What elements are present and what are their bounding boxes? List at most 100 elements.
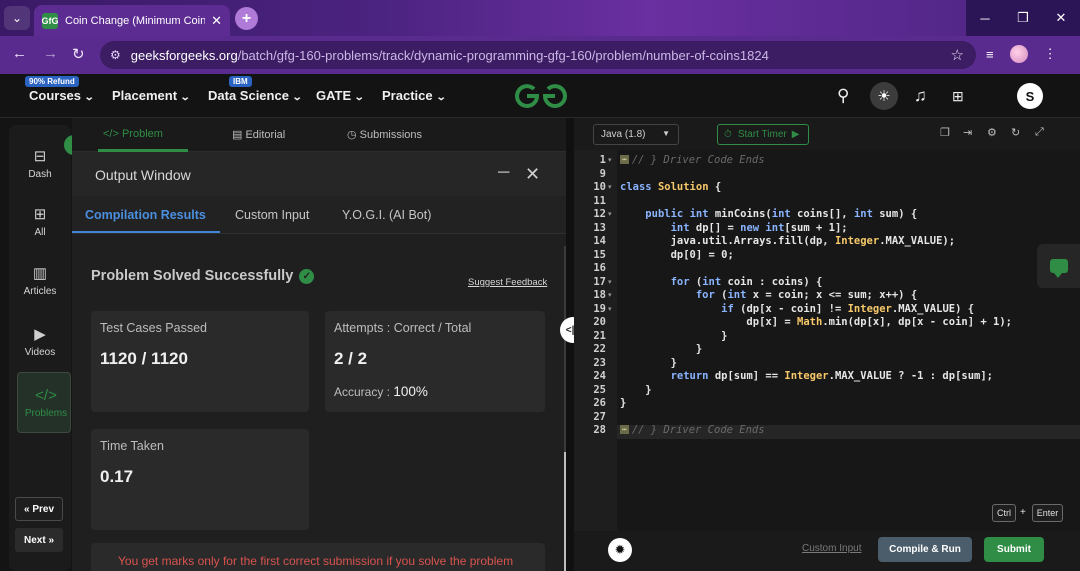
browser-tab[interactable]: GfG Coin Change (Minimum Coins) | ✕	[34, 5, 230, 36]
media-queue-icon[interactable]: ≡	[986, 47, 994, 62]
tab-yogi-ai-bot[interactable]: Y.O.G.I. (AI Bot)	[342, 208, 431, 222]
prev-button[interactable]: « Prev	[15, 497, 63, 521]
fold-arrow-icon[interactable]: ▾	[608, 291, 612, 299]
code-text: }	[620, 356, 677, 369]
close-window-icon[interactable]: ✕	[1042, 0, 1080, 36]
check-circle-icon: ✓	[299, 269, 315, 284]
tab-submissions[interactable]: ◷ Submissions	[347, 128, 422, 141]
fold-arrow-icon[interactable]: ▾	[608, 183, 612, 191]
search-icon[interactable]: ⚲	[837, 86, 849, 106]
code-line: }	[620, 343, 702, 355]
start-timer-label: Start Timer	[737, 129, 787, 140]
tab-custom-input[interactable]: Custom Input	[235, 208, 309, 222]
line-number: 20	[593, 316, 606, 328]
gfg-logo[interactable]	[513, 81, 569, 111]
submit-button[interactable]: Submit	[984, 537, 1044, 562]
code-line: }	[620, 383, 652, 396]
folded-region-marker[interactable]: ⋯	[620, 155, 629, 164]
next-button[interactable]: Next »	[15, 528, 63, 552]
line-number: 1	[599, 154, 606, 166]
sidebar-item-articles[interactable]: ▥ Articles	[9, 264, 71, 297]
line-number: 27	[593, 410, 606, 423]
user-avatar[interactable]: S	[1017, 83, 1043, 109]
nav-practice[interactable]: Practice ⌄	[382, 88, 446, 103]
custom-input-link[interactable]: Custom Input	[802, 543, 861, 554]
ibm-badge: IBM	[229, 76, 252, 87]
suggest-feedback-link[interactable]: Suggest Feedback	[468, 277, 547, 288]
restore-window-icon[interactable]: ❐	[1004, 0, 1042, 36]
line-number: 19	[593, 302, 606, 315]
tab-compilation-results[interactable]: Compilation Results	[85, 208, 206, 222]
tab-editorial[interactable]: ▤ Editorial	[232, 128, 285, 141]
line-number: 15	[593, 248, 606, 261]
nav-data-science-label: Data Science	[208, 88, 289, 103]
sidebar-item-label: All	[34, 227, 46, 238]
line-number: 28	[593, 424, 606, 436]
lightbulb-icon[interactable]: ✹	[608, 538, 632, 562]
code-text: return dp[sum] == Integer.MAX_VALUE ? -1…	[670, 370, 994, 382]
fold-arrow-icon[interactable]: ▾	[608, 156, 612, 164]
fold-arrow-icon[interactable]: ▾	[608, 278, 612, 286]
bell-icon[interactable]: ♫	[914, 86, 927, 106]
code-text: int dp[] = new int[sum + 1];	[670, 221, 848, 234]
output-window-header: Output Window ─ ✕	[72, 152, 566, 196]
tab-search-chevron-icon[interactable]: ⌄	[4, 6, 30, 30]
code-line: }	[620, 397, 626, 409]
code-line: }	[620, 330, 727, 342]
gfg-favicon-icon: GfG	[42, 12, 59, 29]
code-text: if (dp[x - coin] != Integer.MAX_VALUE) {	[721, 302, 975, 315]
result-status: Problem Solved Successfully ✓	[91, 268, 315, 284]
url-host: geeksforgeeks.org	[130, 47, 238, 63]
pane-splitter[interactable]	[566, 118, 574, 571]
close-tab-icon[interactable]: ✕	[211, 13, 222, 29]
nav-data-science[interactable]: Data Science ⌄	[208, 88, 303, 103]
book-icon: ▥	[32, 265, 48, 282]
fold-arrow-icon[interactable]: ▾	[608, 210, 612, 218]
sidebar-item-dash[interactable]: ⊟ Dash	[9, 147, 71, 180]
code-text: }	[620, 383, 652, 396]
translate-icon[interactable]: ⊞	[952, 88, 964, 105]
reset-icon[interactable]: ↻	[1011, 126, 1020, 139]
forward-arrow-icon[interactable]: →	[43, 45, 58, 62]
export-icon[interactable]: ⇥	[963, 126, 972, 139]
grid-icon: ⊞	[33, 206, 47, 223]
reload-icon[interactable]: ↻	[72, 45, 85, 63]
language-select[interactable]: Java (1.8) ▼	[593, 124, 679, 145]
nav-courses[interactable]: Courses ⌄	[29, 88, 95, 103]
code-text: for (int coin : coins) {	[670, 275, 823, 288]
code-line: return dp[sum] == Integer.MAX_VALUE ? -1…	[620, 370, 993, 382]
fold-arrow-icon[interactable]: ▾	[608, 305, 612, 313]
copy-icon[interactable]: ❐	[940, 126, 950, 139]
sidebar-item-all[interactable]: ⊞ All	[9, 205, 71, 238]
sidebar-item-videos[interactable]: ▶ Videos	[9, 325, 71, 358]
back-arrow-icon[interactable]: ←	[12, 45, 27, 62]
code-line: class Solution {	[620, 181, 721, 193]
fullscreen-icon[interactable]: ⤢	[1035, 126, 1044, 139]
compile-run-button[interactable]: Compile & Run	[878, 537, 972, 562]
browser-menu-icon[interactable]: ⋮	[1044, 46, 1057, 62]
minimize-icon[interactable]: ─	[498, 164, 509, 182]
close-icon[interactable]: ✕	[525, 164, 540, 185]
sidebar-item-problems[interactable]: </> Problems	[15, 387, 77, 419]
profile-avatar-icon[interactable]	[1009, 45, 1028, 63]
nav-practice-label: Practice	[382, 88, 433, 103]
folded-region-marker[interactable]: ⋯	[620, 425, 629, 434]
code-line: for (int x = coin; x <= sum; x++) {	[620, 289, 917, 301]
bookmark-star-icon[interactable]: ☆	[951, 46, 964, 64]
line-number: 25	[593, 383, 606, 396]
result-status-text: Problem Solved Successfully	[91, 268, 294, 284]
time-taken-card: Time Taken 0.17	[91, 429, 309, 530]
line-number: 10	[593, 181, 606, 193]
new-tab-plus-icon[interactable]: +	[235, 7, 258, 30]
site-info-icon[interactable]: ⚙	[110, 48, 121, 62]
tab-problem[interactable]: </> Problem	[103, 128, 163, 140]
theme-toggle-sun-icon[interactable]: ☀	[870, 82, 898, 110]
settings-gear-icon[interactable]: ⚙	[987, 126, 997, 139]
start-timer-button[interactable]: ⏱ Start Timer ▶	[717, 124, 809, 145]
nav-placement[interactable]: Placement ⌄	[112, 88, 191, 103]
chat-button[interactable]	[1037, 244, 1080, 288]
address-bar[interactable]: ⚙ geeksforgeeks.org/batch/gfg-160-proble…	[100, 41, 976, 69]
nav-gate[interactable]: GATE ⌄	[316, 88, 365, 103]
code-area[interactable]: ⋯// } Driver Code Ends class Solution { p…	[617, 150, 1080, 531]
minimize-window-icon[interactable]: ─	[966, 0, 1004, 36]
